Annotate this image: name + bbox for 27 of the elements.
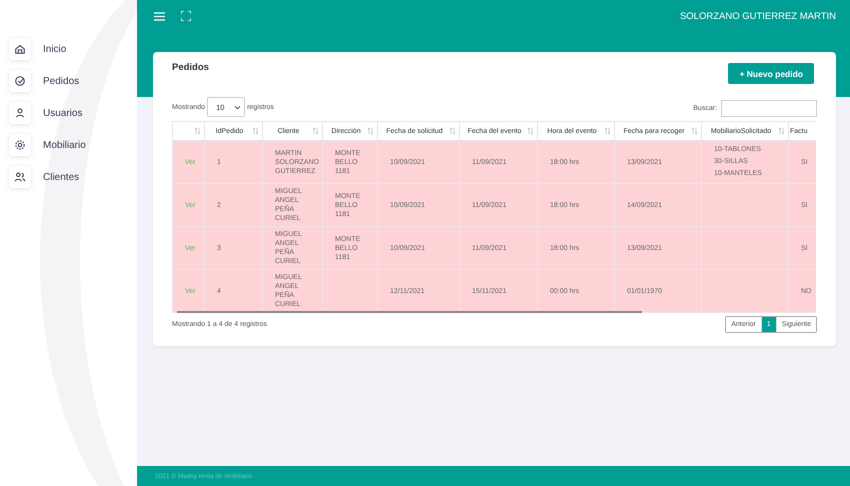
search-field[interactable] [721, 100, 817, 117]
users-icon [14, 171, 26, 183]
home-icon [14, 43, 26, 55]
scrollbar[interactable] [177, 311, 642, 313]
card-title: Pedidos [172, 62, 209, 73]
sidebar-item[interactable]: Inicio [9, 38, 137, 60]
gear-icon [14, 139, 26, 151]
user-icon [14, 107, 26, 119]
sort-icon [195, 128, 200, 134]
sidebar-item[interactable]: Clientes [9, 166, 137, 188]
sort-icon [779, 128, 784, 134]
column-header[interactable] [172, 122, 204, 140]
check-circle-icon [14, 75, 26, 87]
sort-icon [528, 128, 533, 134]
sort-icon [253, 128, 258, 134]
sort-icon [313, 128, 318, 134]
menu-icon[interactable] [154, 12, 165, 20]
caret-icon [235, 106, 240, 108]
sidebar-item[interactable]: Mobiliario [9, 134, 137, 156]
sidebar-item[interactable]: Pedidos [9, 70, 137, 92]
table-cell [322, 270, 378, 312]
sort-icon [605, 128, 610, 134]
sort-icon [450, 128, 455, 134]
sort-icon [368, 128, 373, 134]
sort-icon [692, 128, 697, 134]
sidebar-item[interactable]: Usuarios [9, 102, 137, 124]
fullscreen-icon[interactable] [181, 11, 191, 21]
